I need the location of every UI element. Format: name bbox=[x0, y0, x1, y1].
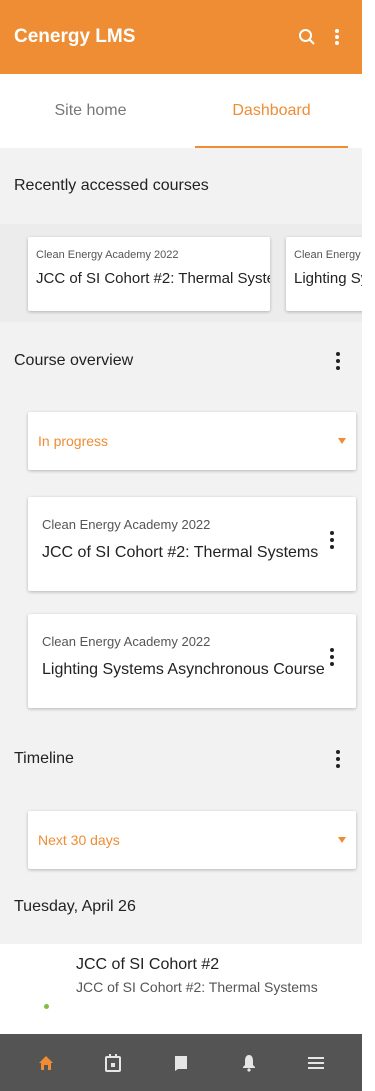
timeline-title: Timeline bbox=[14, 750, 74, 767]
recent-course-card[interactable]: Clean Energy Academy 2022 Lighting Syste… bbox=[286, 237, 362, 311]
tab-bar: Site home Dashboard bbox=[0, 74, 362, 148]
notifications-icon[interactable] bbox=[236, 1050, 262, 1076]
course-overview-title: Course overview bbox=[14, 352, 134, 369]
course-filter-value: In progress bbox=[38, 433, 109, 449]
course-overview-menu-icon[interactable] bbox=[328, 352, 348, 370]
chevron-down-icon bbox=[338, 438, 346, 444]
timeline-event[interactable]: JCC of SI Cohort #2 JCC of SI Cohort #2:… bbox=[0, 944, 362, 1034]
calendar-icon[interactable] bbox=[100, 1050, 126, 1076]
course-filter-select[interactable]: In progress bbox=[28, 412, 356, 470]
course-category: Clean Energy Academy 2022 bbox=[36, 249, 179, 261]
course-card[interactable]: Clean Energy Academy 2022 JCC of SI Coho… bbox=[28, 497, 356, 591]
timeline-menu-icon[interactable] bbox=[328, 750, 348, 768]
course-card[interactable]: Clean Energy Academy 2022 Lighting Syste… bbox=[28, 614, 356, 708]
course-name: Lighting Systems Asynchronous Course bbox=[294, 270, 362, 287]
event-course: JCC of SI Cohort #2: Thermal Systems bbox=[76, 979, 318, 995]
course-overview-heading: Course overview bbox=[0, 322, 362, 400]
course-category: Clean Energy Academy 2022 bbox=[42, 517, 211, 532]
course-category: Clean Energy Academy 2022 bbox=[294, 249, 362, 261]
recent-courses-heading: Recently accessed courses bbox=[0, 148, 362, 224]
recent-courses-carousel[interactable]: Clean Energy Academy 2022 JCC of SI Coho… bbox=[0, 224, 362, 322]
app-title: Cenergy LMS bbox=[14, 26, 136, 47]
course-menu-icon[interactable] bbox=[322, 648, 342, 666]
search-icon[interactable] bbox=[296, 26, 318, 48]
timeline-date: Tuesday, April 26 bbox=[14, 898, 136, 915]
more-options-icon[interactable] bbox=[326, 26, 348, 48]
course-name: JCC of SI Cohort #2: Thermal Systems bbox=[42, 544, 319, 561]
timeline-heading: Timeline bbox=[0, 720, 362, 798]
courses-icon[interactable] bbox=[168, 1050, 194, 1076]
app-bar: Cenergy LMS bbox=[0, 0, 362, 74]
menu-icon[interactable] bbox=[303, 1050, 329, 1076]
home-icon[interactable] bbox=[33, 1050, 59, 1076]
timeline-filter-value: Next 30 days bbox=[38, 832, 120, 848]
recent-courses-title: Recently accessed courses bbox=[14, 177, 209, 194]
event-status-icon bbox=[44, 1004, 49, 1009]
recent-course-card[interactable]: Clean Energy Academy 2022 JCC of SI Coho… bbox=[28, 237, 270, 311]
event-title: JCC of SI Cohort #2 bbox=[76, 956, 220, 973]
tab-dashboard[interactable]: Dashboard bbox=[181, 74, 362, 148]
bottom-navigation bbox=[0, 1034, 362, 1091]
chevron-down-icon bbox=[338, 837, 346, 843]
timeline-date-heading: Tuesday, April 26 bbox=[0, 870, 362, 944]
course-name: Lighting Systems Asynchronous Course bbox=[42, 661, 325, 678]
timeline-filter-select[interactable]: Next 30 days bbox=[28, 811, 356, 869]
tab-site-home[interactable]: Site home bbox=[0, 74, 181, 148]
course-category: Clean Energy Academy 2022 bbox=[42, 634, 211, 649]
course-name: JCC of SI Cohort #2: Thermal Systems bbox=[36, 270, 270, 287]
course-menu-icon[interactable] bbox=[322, 531, 342, 549]
app-screen: Cenergy LMS Site home Dashboard Recently… bbox=[0, 0, 362, 1091]
